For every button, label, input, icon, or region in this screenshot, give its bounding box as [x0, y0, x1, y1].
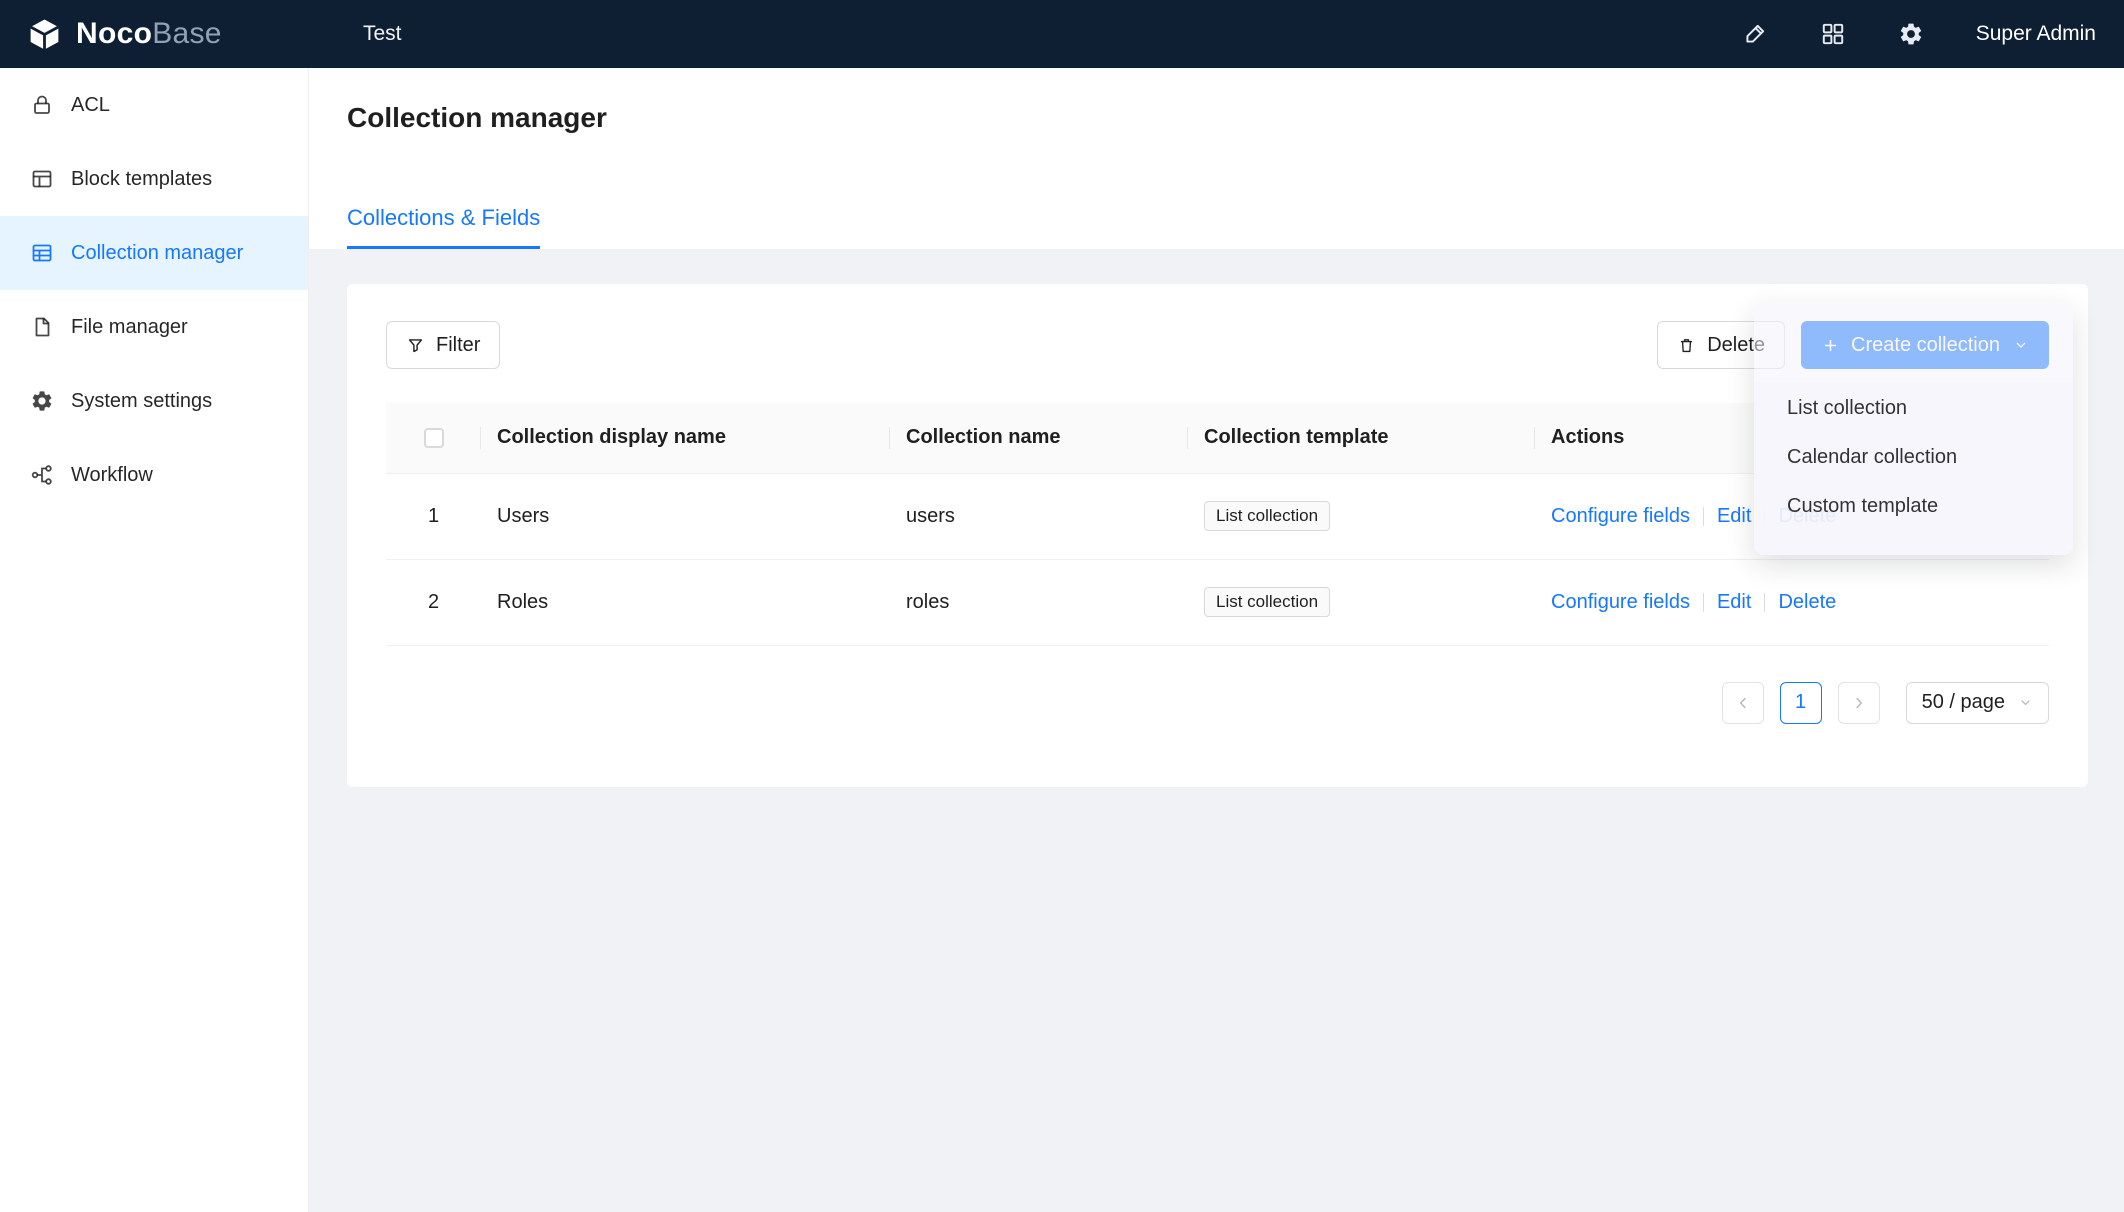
sidebar-item-label: Collection manager	[71, 242, 243, 265]
column-header-select	[386, 403, 481, 473]
highlighter-icon[interactable]	[1742, 21, 1768, 47]
chevron-left-icon	[1734, 694, 1752, 712]
filter-button-label: Filter	[436, 334, 480, 357]
page-number-button[interactable]: 1	[1780, 682, 1822, 724]
chevron-right-icon	[1850, 694, 1868, 712]
page-size-value: 50 / page	[1922, 691, 2005, 714]
page-title: Collection manager	[347, 102, 2086, 134]
action-divider	[1703, 593, 1704, 612]
cell-collection-name: users	[890, 473, 1188, 559]
lock-icon	[30, 93, 54, 117]
filter-icon	[406, 336, 425, 355]
create-collection-dropdown: List collection Calendar collection Cust…	[1754, 302, 2073, 555]
menu-item-custom-template[interactable]: Custom template	[1754, 482, 2073, 531]
table-row: 2 Roles roles List collection Configure …	[386, 559, 2049, 645]
sidebar-item-label: ACL	[71, 94, 110, 117]
menu-item-list-collection[interactable]: List collection	[1754, 384, 2073, 433]
tab-bar: Collections & Fields	[347, 205, 2086, 249]
workflow-icon	[30, 463, 54, 487]
next-page-button[interactable]	[1838, 682, 1880, 724]
sidebar-item-label: Workflow	[71, 464, 153, 487]
trash-icon	[1677, 336, 1696, 355]
brand-noco: Noco	[76, 17, 152, 50]
brand-base: Base	[152, 17, 222, 50]
topbar-right: Super Admin	[1742, 21, 2124, 47]
edit-link[interactable]: Edit	[1717, 591, 1751, 613]
file-icon	[30, 315, 54, 339]
sidebar-item-label: File manager	[71, 316, 188, 339]
menu-item-calendar-collection[interactable]: Calendar collection	[1754, 433, 2073, 482]
cell-collection-template: List collection	[1188, 559, 1535, 645]
sidebar-item-system-settings[interactable]: System settings	[0, 364, 308, 438]
sidebar-item-block-templates[interactable]: Block templates	[0, 142, 308, 216]
layout-icon	[30, 167, 54, 191]
delete-link[interactable]: Delete	[1778, 591, 1836, 613]
sidebar-item-label: System settings	[71, 390, 212, 413]
topbar: NocoBase Test Super Admin	[0, 0, 2124, 68]
cell-actions: Configure fields Edit Delete	[1535, 559, 2049, 645]
template-tag: List collection	[1204, 587, 1330, 617]
column-header-collection-template: Collection template	[1188, 403, 1535, 473]
main-area: Collection manager Collections & Fields …	[309, 68, 2124, 1212]
tab-collections-and-fields[interactable]: Collections & Fields	[347, 205, 540, 249]
table-icon	[30, 241, 54, 265]
chevron-down-icon	[2018, 695, 2033, 710]
template-tag: List collection	[1204, 501, 1330, 531]
page-size-select[interactable]: 50 / page	[1906, 682, 2049, 724]
select-all-checkbox[interactable]	[424, 428, 444, 448]
create-collection-menu: List collection Calendar collection Cust…	[1754, 382, 2073, 555]
gear-icon[interactable]	[1898, 21, 1924, 47]
settings-sidebar: ACL Block templates Collection manager F…	[0, 68, 309, 1212]
cube-icon	[26, 16, 63, 53]
column-header-collection-name: Collection name	[890, 403, 1188, 473]
configure-fields-link[interactable]: Configure fields	[1551, 591, 1690, 613]
edit-link[interactable]: Edit	[1717, 505, 1751, 527]
cell-collection-name: roles	[890, 559, 1188, 645]
sidebar-item-acl[interactable]: ACL	[0, 68, 308, 142]
row-index: 2	[386, 559, 481, 645]
apps-grid-icon[interactable]	[1820, 21, 1846, 47]
action-divider	[1703, 507, 1704, 526]
sidebar-item-label: Block templates	[71, 168, 212, 191]
sidebar-item-workflow[interactable]: Workflow	[0, 438, 308, 512]
gear-icon	[30, 389, 54, 413]
brand-text: NocoBase	[76, 17, 222, 51]
pagination: 1 50 / page	[386, 682, 2049, 724]
row-index: 1	[386, 473, 481, 559]
column-header-display-name: Collection display name	[481, 403, 890, 473]
filter-button[interactable]: Filter	[386, 321, 500, 369]
cell-collection-template: List collection	[1188, 473, 1535, 559]
page-header: Collection manager Collections & Fields	[309, 68, 2124, 249]
cell-display-name: Users	[481, 473, 890, 559]
previous-page-button[interactable]	[1722, 682, 1764, 724]
sidebar-item-file-manager[interactable]: File manager	[0, 290, 308, 364]
top-navigation: Test	[309, 0, 420, 68]
sidebar-item-collection-manager[interactable]: Collection manager	[0, 216, 308, 290]
configure-fields-link[interactable]: Configure fields	[1551, 505, 1690, 527]
nocobase-logo[interactable]: NocoBase	[0, 16, 309, 53]
action-divider	[1764, 593, 1765, 612]
user-menu[interactable]: Super Admin	[1976, 22, 2096, 46]
topnav-item-test[interactable]: Test	[345, 0, 420, 68]
cell-display-name: Roles	[481, 559, 890, 645]
